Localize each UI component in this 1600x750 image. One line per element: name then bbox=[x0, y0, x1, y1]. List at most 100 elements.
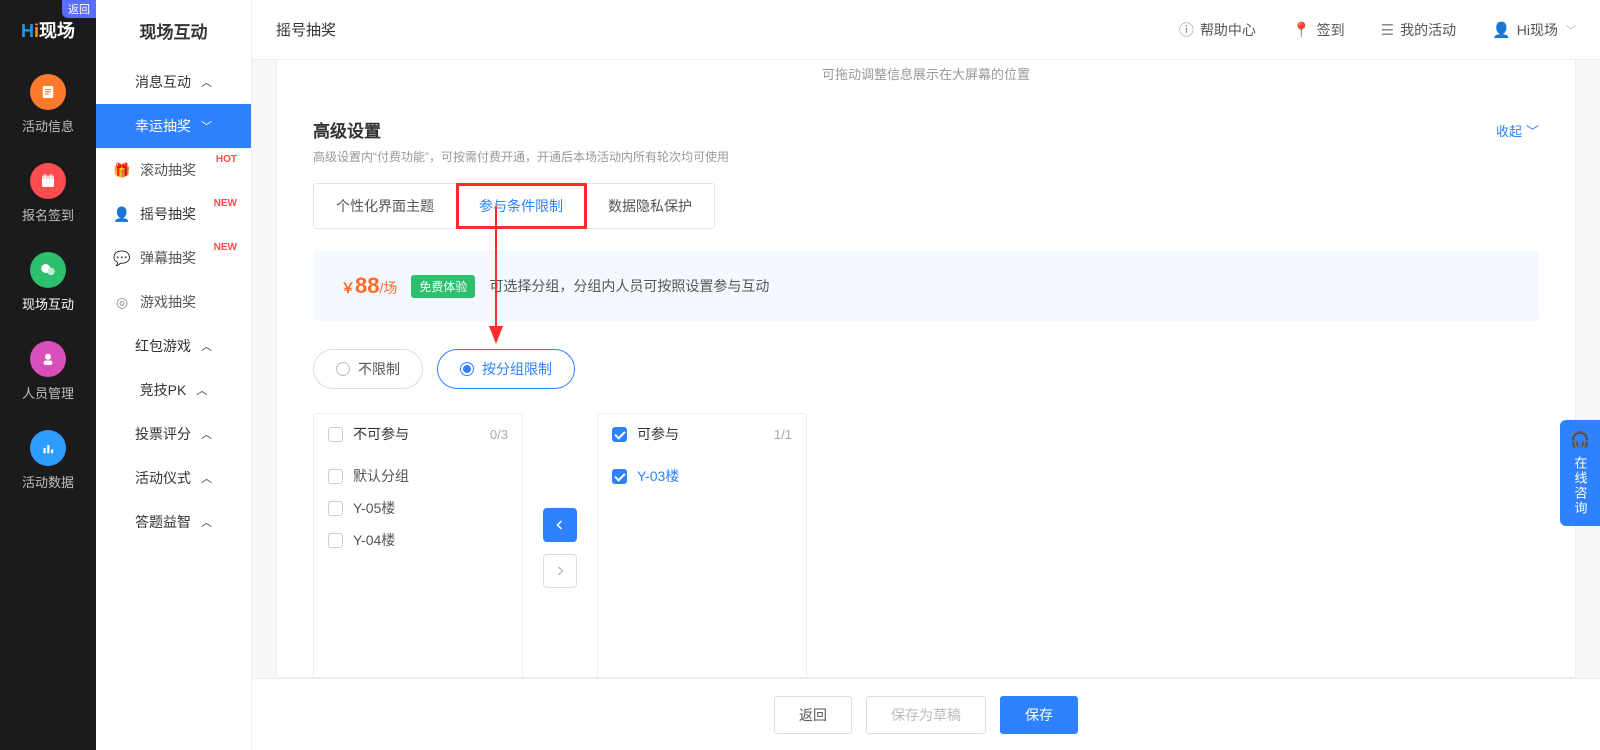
chevron-up-icon: ︿ bbox=[196, 382, 207, 398]
hot-badge: HOT bbox=[216, 154, 237, 165]
group-transfer: 不可参与 0/3 默认分组 Y-05楼 Y-04楼 可参与 1/1 Y-03楼 bbox=[313, 413, 1539, 678]
save-draft-button[interactable]: 保存为草稿 bbox=[866, 696, 986, 734]
save-button[interactable]: 保存 bbox=[1000, 696, 1078, 734]
page-title: 摇号抽奖 bbox=[276, 19, 336, 40]
transfer-right-count: 1/1 bbox=[774, 427, 792, 442]
radio-by-group[interactable]: 按分组限制 bbox=[437, 349, 575, 389]
rail-item-activity-info[interactable]: 活动信息 bbox=[0, 60, 96, 149]
menu-cat-lottery[interactable]: 幸运抽奖﹀ bbox=[96, 104, 251, 148]
rail-label: 报名签到 bbox=[22, 205, 74, 224]
main: 可拖动调整信息展示在大屏幕的位置 高级设置 高级设置内“付费功能”，可按需付费开… bbox=[252, 60, 1600, 750]
menu-sub-danmu[interactable]: 💬弹幕抽奖NEW bbox=[96, 236, 251, 280]
list-icon: ☰ bbox=[1381, 21, 1394, 39]
user-icon: 👤 bbox=[1492, 21, 1511, 39]
radio-icon bbox=[460, 362, 474, 376]
user-menu[interactable]: 👤Hi现场﹀ bbox=[1492, 20, 1576, 40]
new-badge: NEW bbox=[214, 242, 237, 253]
menu-cat-ceremony[interactable]: 活动仪式︿ bbox=[96, 456, 251, 500]
person-icon: 👤 bbox=[114, 206, 130, 222]
section-desc: 高级设置内“付费功能”，可按需付费开通，开通后本场活动内所有轮次均可使用 bbox=[313, 148, 1496, 165]
radio-icon bbox=[336, 362, 350, 376]
chevron-down-icon: ﹀ bbox=[1566, 22, 1576, 37]
chat-icon bbox=[30, 252, 66, 288]
left-rail: Hi现场 返回 活动信息 报名签到 现场互动 人员管理 活动数据 bbox=[0, 0, 96, 750]
list-item[interactable]: Y-03楼 bbox=[612, 460, 792, 492]
pin-icon: 📍 bbox=[1292, 21, 1311, 39]
side-menu: 现场互动 消息互动︿ 幸运抽奖﹀ 🎁滚动抽奖HOT 👤摇号抽奖NEW 💬弹幕抽奖… bbox=[96, 0, 252, 750]
rail-item-people[interactable]: 人员管理 bbox=[0, 327, 96, 416]
checkbox[interactable] bbox=[328, 427, 343, 442]
checkbox[interactable] bbox=[328, 469, 343, 484]
card-icon: 💬 bbox=[114, 250, 130, 266]
price: ￥88/场 bbox=[341, 273, 397, 299]
checkbox[interactable] bbox=[612, 427, 627, 442]
list-item[interactable]: Y-05楼 bbox=[328, 492, 508, 524]
rail-item-live-interact[interactable]: 现场互动 bbox=[0, 238, 96, 327]
rail-label: 现场互动 bbox=[22, 294, 74, 313]
transfer-right-title: 可参与 bbox=[637, 424, 679, 444]
checkin-link[interactable]: 📍签到 bbox=[1292, 20, 1345, 40]
rail-item-signup[interactable]: 报名签到 bbox=[0, 149, 96, 238]
back-button[interactable]: 返回 bbox=[774, 696, 852, 734]
topbar: 摇号抽奖 ⓘ帮助中心 📍签到 ☰我的活动 👤Hi现场﹀ bbox=[252, 0, 1600, 60]
wheel-icon: ◎ bbox=[114, 294, 130, 310]
rail-label: 活动信息 bbox=[22, 116, 74, 135]
menu-sub-game[interactable]: ◎游戏抽奖 bbox=[96, 280, 251, 324]
transfer-left-count: 0/3 bbox=[490, 427, 508, 442]
online-support-button[interactable]: 🎧 在线咨询 bbox=[1560, 420, 1600, 526]
menu-cat-pk[interactable]: 竞技PK︿ bbox=[96, 368, 251, 412]
menu-sub-scroll[interactable]: 🎁滚动抽奖HOT bbox=[96, 148, 251, 192]
chevron-down-icon: ﹀ bbox=[1526, 121, 1539, 140]
chevron-up-icon: ︿ bbox=[201, 514, 212, 530]
chevron-up-icon: ︿ bbox=[201, 470, 212, 486]
person-icon bbox=[30, 341, 66, 377]
tab-privacy[interactable]: 数据隐私保护 bbox=[586, 184, 714, 228]
section-title: 高级设置 bbox=[313, 117, 1496, 142]
list-item[interactable]: Y-04楼 bbox=[328, 524, 508, 556]
back-pill[interactable]: 返回 bbox=[62, 0, 96, 18]
chevron-up-icon: ︿ bbox=[201, 74, 212, 90]
transfer-left-title: 不可参与 bbox=[353, 424, 409, 444]
scroll-area[interactable]: 可拖动调整信息展示在大屏幕的位置 高级设置 高级设置内“付费功能”，可按需付费开… bbox=[276, 60, 1576, 678]
checkbox[interactable] bbox=[328, 533, 343, 548]
menu-sub-shake[interactable]: 👤摇号抽奖NEW bbox=[96, 192, 251, 236]
new-badge: NEW bbox=[214, 198, 237, 209]
move-left-button[interactable] bbox=[543, 508, 577, 542]
calendar-icon bbox=[30, 163, 66, 199]
document-icon bbox=[30, 74, 66, 110]
menu-cat-redpack[interactable]: 红包游戏︿ bbox=[96, 324, 251, 368]
drag-hint: 可拖动调整信息展示在大屏幕的位置 bbox=[277, 60, 1575, 93]
help-link[interactable]: ⓘ帮助中心 bbox=[1179, 19, 1256, 40]
chart-icon bbox=[30, 430, 66, 466]
menu-cat-quiz[interactable]: 答题益智︿ bbox=[96, 500, 251, 544]
gift-icon: 🎁 bbox=[114, 162, 130, 178]
menu-cat-message[interactable]: 消息互动︿ bbox=[96, 60, 251, 104]
side-title: 现场互动 bbox=[96, 0, 251, 60]
info-icon: ⓘ bbox=[1179, 19, 1194, 40]
rail-item-data[interactable]: 活动数据 bbox=[0, 416, 96, 505]
checkbox[interactable] bbox=[328, 501, 343, 516]
list-item[interactable]: 默认分组 bbox=[328, 460, 508, 492]
transfer-right: 可参与 1/1 Y-03楼 bbox=[597, 413, 807, 678]
my-activities-link[interactable]: ☰我的活动 bbox=[1381, 20, 1456, 40]
radio-unlimited[interactable]: 不限制 bbox=[313, 349, 423, 389]
footer-bar: 返回 保存为草稿 保存 bbox=[252, 678, 1600, 750]
price-desc: 可选择分组，分组内人员可按照设置参与互动 bbox=[489, 276, 769, 296]
logo[interactable]: Hi现场 返回 bbox=[0, 0, 96, 60]
menu-cat-vote[interactable]: 投票评分︿ bbox=[96, 412, 251, 456]
rail-label: 人员管理 bbox=[22, 383, 74, 402]
chevron-up-icon: ︿ bbox=[201, 338, 212, 354]
collapse-button[interactable]: 收起﹀ bbox=[1496, 121, 1539, 140]
rail-label: 活动数据 bbox=[22, 472, 74, 491]
tab-theme[interactable]: 个性化界面主题 bbox=[314, 184, 457, 228]
transfer-left: 不可参与 0/3 默认分组 Y-05楼 Y-04楼 bbox=[313, 413, 523, 678]
chevron-down-icon: ﹀ bbox=[201, 118, 212, 134]
settings-tabs: 个性化界面主题 参与条件限制 数据隐私保护 bbox=[313, 183, 715, 229]
checkbox[interactable] bbox=[612, 469, 627, 484]
tab-conditions[interactable]: 参与条件限制 bbox=[457, 184, 586, 228]
headset-icon: 🎧 bbox=[1570, 430, 1590, 450]
move-right-button[interactable] bbox=[543, 554, 577, 588]
free-trial-tag[interactable]: 免费体验 bbox=[411, 275, 475, 298]
chevron-up-icon: ︿ bbox=[201, 426, 212, 442]
price-banner: ￥88/场 免费体验 可选择分组，分组内人员可按照设置参与互动 bbox=[313, 251, 1539, 321]
